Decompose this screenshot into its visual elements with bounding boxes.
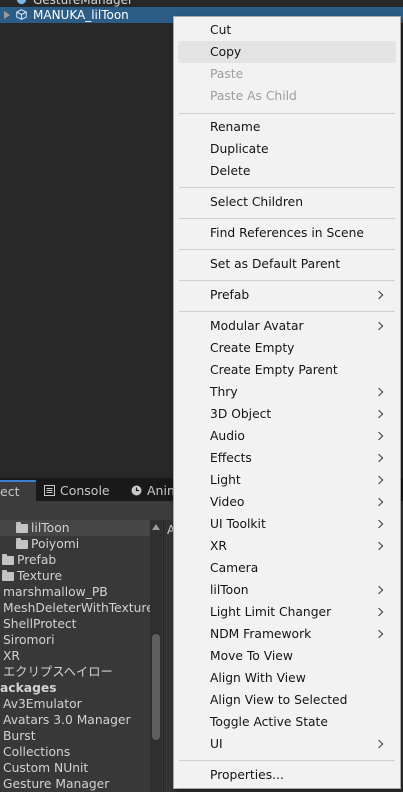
project-item-label: ackages bbox=[0, 681, 57, 695]
submenu-arrow-icon bbox=[374, 497, 384, 507]
menu-item-effects[interactable]: Effects bbox=[178, 447, 396, 469]
submenu-arrow-icon bbox=[374, 519, 384, 529]
folder-icon bbox=[2, 554, 14, 565]
menu-item-duplicate[interactable]: Duplicate bbox=[178, 138, 396, 160]
menu-item-delete[interactable]: Delete bbox=[178, 160, 396, 182]
menu-item-liltoon[interactable]: lilToon bbox=[178, 579, 396, 601]
menu-separator bbox=[179, 760, 395, 761]
tab-label: ect bbox=[0, 484, 20, 499]
menu-item-audio[interactable]: Audio bbox=[178, 425, 396, 447]
submenu-arrow-icon bbox=[374, 629, 384, 639]
menu-item-find-references[interactable]: Find References in Scene bbox=[178, 222, 396, 244]
menu-item-select-children[interactable]: Select Children bbox=[178, 191, 396, 213]
menu-item-prefab[interactable]: Prefab bbox=[178, 284, 396, 306]
tab-console[interactable]: Console bbox=[44, 480, 114, 501]
menu-item-thry[interactable]: Thry bbox=[178, 381, 396, 403]
menu-item-properties[interactable]: Properties... bbox=[178, 764, 396, 786]
expand-arrow-icon[interactable] bbox=[4, 11, 10, 19]
project-item-label: Collections bbox=[3, 745, 71, 759]
menu-separator bbox=[179, 311, 395, 312]
tab-project[interactable]: ect bbox=[0, 480, 36, 501]
menu-separator bbox=[179, 249, 395, 250]
scrollbar-thumb[interactable] bbox=[152, 634, 160, 740]
gameobject-icon bbox=[16, 0, 27, 5]
project-item-label: XR bbox=[3, 649, 20, 663]
menu-item-copy[interactable]: Copy bbox=[178, 41, 396, 63]
project-item-label: MeshDeleterWithTexture bbox=[3, 601, 154, 615]
menu-item-move-to-view[interactable]: Move To View bbox=[178, 645, 396, 667]
submenu-arrow-icon bbox=[374, 453, 384, 463]
menu-item-ui[interactable]: UI bbox=[178, 733, 396, 755]
menu-item-rename[interactable]: Rename bbox=[178, 116, 396, 138]
submenu-arrow-icon bbox=[374, 431, 384, 441]
project-scrollbar[interactable] bbox=[150, 520, 162, 792]
project-item-label: Poiyomi bbox=[31, 537, 80, 551]
console-icon bbox=[44, 485, 55, 496]
folder-icon bbox=[16, 538, 28, 549]
menu-item-set-default-parent[interactable]: Set as Default Parent bbox=[178, 253, 396, 275]
submenu-arrow-icon bbox=[374, 541, 384, 551]
submenu-arrow-icon bbox=[374, 475, 384, 485]
menu-separator bbox=[179, 218, 395, 219]
submenu-arrow-icon bbox=[374, 321, 384, 331]
menu-item-xr[interactable]: XR bbox=[178, 535, 396, 557]
menu-separator bbox=[179, 187, 395, 188]
submenu-arrow-icon bbox=[374, 585, 384, 595]
project-item-label: marshmallow_PB bbox=[3, 585, 108, 599]
menu-item-cut[interactable]: Cut bbox=[178, 19, 396, 41]
menu-separator bbox=[179, 280, 395, 281]
menu-separator bbox=[179, 113, 395, 114]
project-item-label: Custom NUnit bbox=[3, 761, 89, 775]
submenu-arrow-icon bbox=[374, 607, 384, 617]
project-item-label: Burst bbox=[3, 729, 36, 743]
project-item-label: lilToon bbox=[31, 521, 70, 535]
context-menu: Cut Copy Paste Paste As Child Rename Dup… bbox=[173, 16, 401, 789]
menu-item-create-empty[interactable]: Create Empty bbox=[178, 337, 396, 359]
project-item-label: Av3Emulator bbox=[3, 697, 82, 711]
scroll-up-arrow-icon[interactable] bbox=[152, 524, 160, 530]
folder-icon bbox=[16, 522, 28, 533]
menu-item-light-limit-changer[interactable]: Light Limit Changer bbox=[178, 601, 396, 623]
menu-item-ndm-framework[interactable]: NDM Framework bbox=[178, 623, 396, 645]
submenu-arrow-icon bbox=[374, 290, 384, 300]
project-item-label: Siromori bbox=[3, 633, 55, 647]
menu-item-paste: Paste bbox=[210, 67, 244, 81]
project-item-label: エクリプスヘイロー bbox=[3, 665, 113, 679]
menu-item-create-empty-parent[interactable]: Create Empty Parent bbox=[178, 359, 396, 381]
project-item-label: ShellProtect bbox=[3, 617, 77, 631]
prefab-cube-icon bbox=[16, 9, 27, 20]
menu-item-light[interactable]: Light bbox=[178, 469, 396, 491]
submenu-arrow-icon bbox=[374, 739, 384, 749]
menu-item-camera[interactable]: Camera bbox=[178, 557, 396, 579]
project-item-label: Avatars 3.0 Manager bbox=[3, 713, 131, 727]
submenu-arrow-icon bbox=[374, 409, 384, 419]
menu-item-3d-object[interactable]: 3D Object bbox=[178, 403, 396, 425]
menu-item-ui-toolkit[interactable]: UI Toolkit bbox=[178, 513, 396, 535]
project-item-label: Gesture Manager bbox=[3, 777, 110, 791]
menu-item-align-view-to-selected[interactable]: Align View to Selected bbox=[178, 689, 396, 711]
project-item-label: Texture bbox=[17, 569, 63, 583]
menu-item-paste-as-child: Paste As Child bbox=[210, 89, 297, 103]
menu-item-video[interactable]: Video bbox=[178, 491, 396, 513]
menu-item-align-with-view[interactable]: Align With View bbox=[178, 667, 396, 689]
hierarchy-item-label: MANUKA_lilToon bbox=[33, 8, 129, 22]
animation-clock-icon bbox=[131, 485, 142, 496]
tab-label: Console bbox=[60, 483, 110, 498]
submenu-arrow-icon bbox=[374, 387, 384, 397]
project-folder-liltoon[interactable]: lilToon bbox=[0, 520, 150, 536]
menu-item-toggle-active-state[interactable]: Toggle Active State bbox=[178, 711, 396, 733]
project-item-label: Prefab bbox=[17, 553, 57, 567]
menu-item-modular-avatar[interactable]: Modular Avatar bbox=[178, 315, 396, 337]
folder-icon bbox=[2, 570, 14, 581]
